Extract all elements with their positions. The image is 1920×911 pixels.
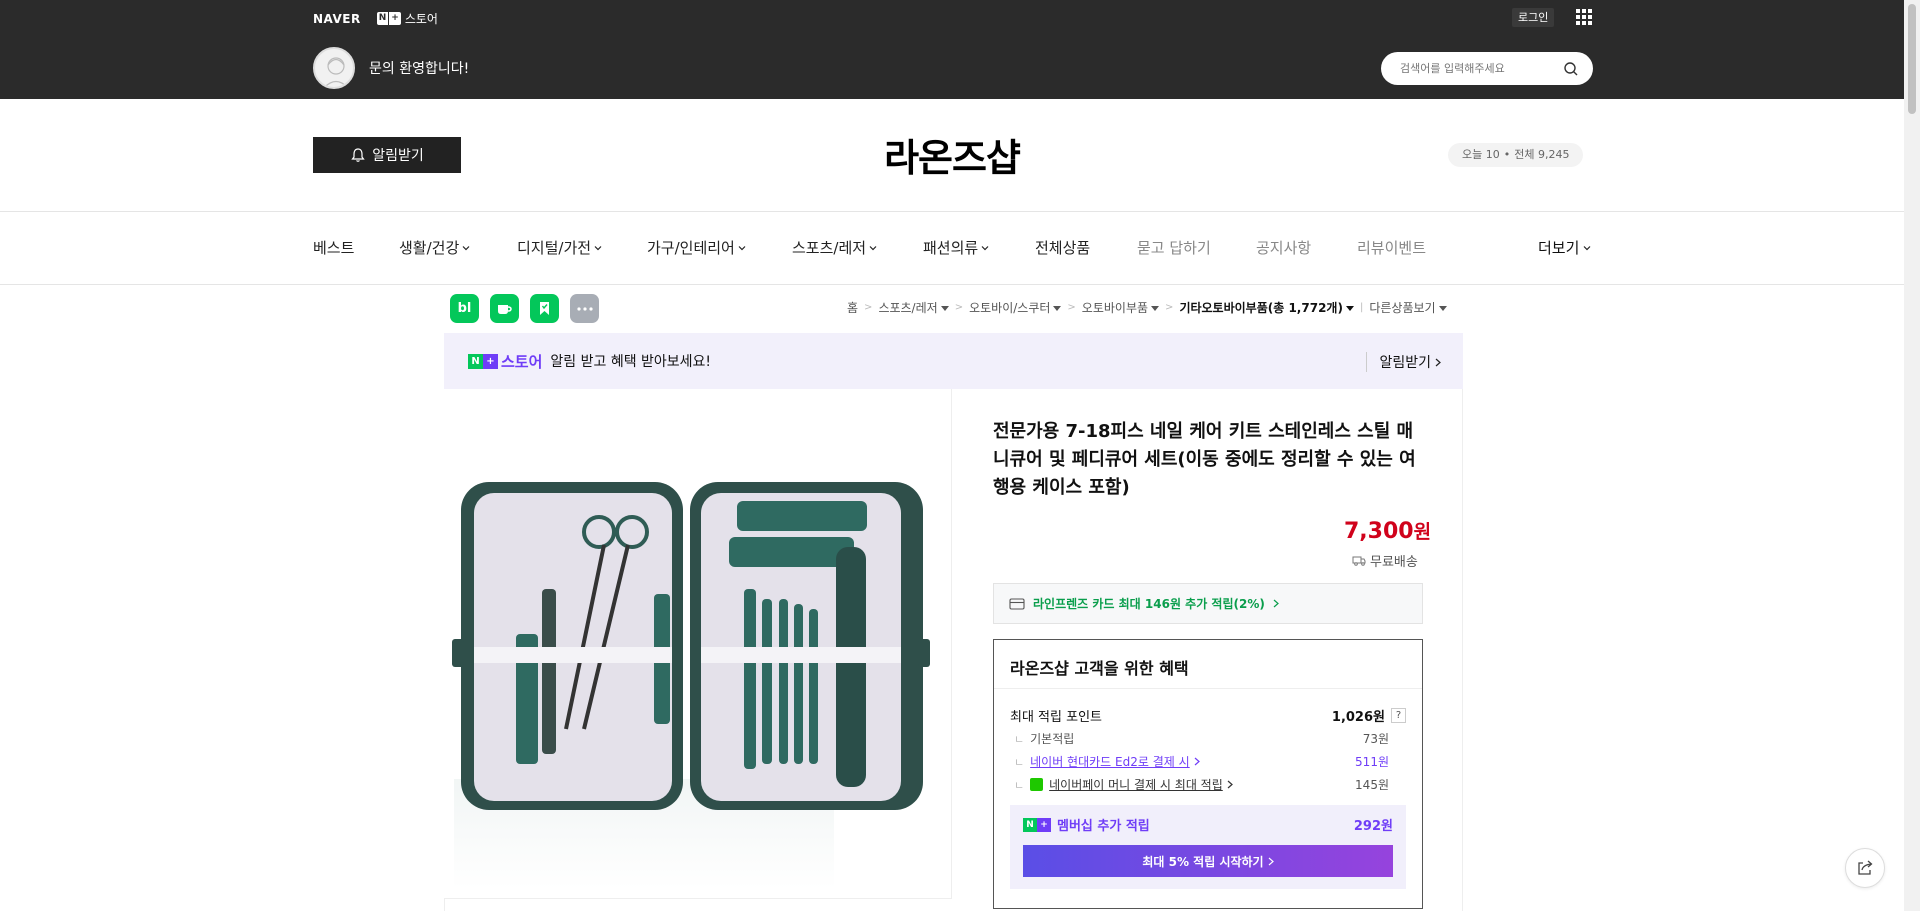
nav-item-fashion[interactable]: 패션의류 [923,237,989,258]
divider [994,688,1422,689]
breadcrumb-motorcycle-parts[interactable]: 오토바이부품 [1082,299,1160,316]
share-button[interactable] [1845,848,1885,888]
visitor-total: 전체 9,245 [1514,148,1570,161]
store-avatar[interactable] [313,47,355,89]
nav-item-sports[interactable]: 스포츠/레저 [792,237,877,258]
nav-item-review-event[interactable]: 리뷰이벤트 [1357,237,1426,258]
breadcrumb-motorcycle[interactable]: 오토바이/스쿠터 [969,299,1062,316]
chevron-right-icon [1194,757,1200,766]
shipping-info: 무료배송 [1352,551,1418,570]
chevron-down-icon [738,245,746,250]
chevron-down-icon [462,245,470,250]
chevron-right-icon [1435,358,1441,366]
nav-item-best[interactable]: 베스트 [313,237,354,258]
cafe-icon[interactable] [490,294,519,323]
breadcrumb: 홈 > 스포츠/레저 > 오토바이/스쿠터 > 오토바이부품 > 기타오토바이부… [847,299,1447,316]
nplus-icon: N + [1023,817,1051,832]
sns-share-row: bl [450,294,599,323]
scrollbar[interactable] [1904,0,1920,911]
search-box[interactable] [1381,52,1593,85]
benefit-title: 라온즈샵 고객을 위한 혜택 [1010,659,1189,678]
hyundai-card-row[interactable]: ㄴ 네이버 현대카드 Ed2로 결제 시 511원 [1010,753,1406,770]
bookmark-icon[interactable] [530,294,559,323]
nav-item-notice[interactable]: 공지사항 [1256,237,1311,258]
help-icon[interactable]: ? [1391,708,1406,723]
membership-start-button[interactable]: 최대 5% 적립 시작하기 [1023,845,1393,877]
divider [0,284,1904,285]
hyundai-card-link[interactable]: 네이버 현대카드 Ed2로 결제 시 [1030,753,1190,770]
basic-points-row: ㄴ 기본적립 73원 [1014,732,1389,746]
breadcrumb-other-products[interactable]: 다른상품보기 [1369,299,1447,316]
blog-icon[interactable]: bl [450,294,479,323]
breadcrumb-separator: > [954,302,964,313]
breadcrumb-current[interactable]: 기타오토바이부품(총 1,772개) [1179,299,1354,316]
promo-alarm-button[interactable]: 알림받기 [1366,352,1441,372]
store-alarm-promo: N + 스토어 알림 받고 혜택 받아보세요! 알림받기 [444,333,1463,389]
nav-item-all-products[interactable]: 전체상품 [1035,237,1090,258]
brand-row: NAVER N + 스토어 [313,10,438,27]
nav-item-furniture[interactable]: 가구/인테리어 [647,237,746,258]
nav-item-qna[interactable]: 묻고 답하기 [1137,237,1211,258]
breadcrumb-home[interactable]: 홈 [847,299,858,316]
chevron-down-icon [1583,245,1591,250]
divider [0,211,1904,212]
nstore-logo[interactable]: N + 스토어 [376,10,438,27]
search-input[interactable] [1400,62,1550,75]
chevron-down-icon [594,245,602,250]
membership-box: N + 멤버십 추가 적립 292원 최대 5% 적립 시작하기 [1010,805,1406,889]
caret-down-icon [1345,306,1354,311]
max-points-row: 최대 적립 포인트 1,026원 ? [1010,706,1406,725]
store-label: 스토어 [404,12,438,26]
visitor-dot: • [1503,148,1511,161]
breadcrumb-sports[interactable]: 스포츠/레저 [878,299,949,316]
product-price: 7,300원 [1344,519,1432,544]
nav-item-digital[interactable]: 디지털/가전 [517,237,602,258]
product-title: 전문가용 7-18피스 네일 케어 키트 스테인레스 스틸 매니큐어 및 페디큐… [993,421,1416,498]
nplus-icon: N + [376,12,401,25]
membership-row: N + 멤버십 추가 적립 292원 [1023,815,1393,834]
breadcrumb-divider: | [1359,302,1364,313]
welcome-text: 문의 환영합니다! [369,61,470,77]
caret-down-icon [1151,306,1160,311]
nav-item-living[interactable]: 생활/건강 [399,237,470,258]
caret-down-icon [940,306,949,311]
promo-store-label: 스토어 [501,352,543,371]
chevron-down-icon [869,245,877,250]
login-button[interactable]: 로그인 [1512,8,1555,27]
caret-down-icon [1053,306,1062,311]
naverpay-icon [1030,778,1044,791]
chevron-right-icon [1268,857,1274,865]
scrollbar-thumb[interactable] [1908,4,1916,114]
store-title[interactable]: 라온즈샵 [0,127,1904,182]
card-promo-text: 라인프렌즈 카드 최대 146원 추가 적립(2%) [1033,597,1265,611]
breadcrumb-separator: > [1165,302,1174,313]
visitor-today: 오늘 10 [1462,148,1500,161]
nplus-icon: N + [468,353,498,369]
benefit-box: 라온즈샵 고객을 위한 혜택 최대 적립 포인트 1,026원 ? ㄴ 기본적립 … [993,639,1423,909]
apps-grid-icon[interactable] [1576,9,1592,25]
credit-card-icon [1009,597,1025,610]
product-image[interactable] [444,389,952,899]
chevron-right-icon [1273,599,1279,608]
chevron-right-icon [1227,780,1233,789]
breadcrumb-separator: > [1067,302,1076,313]
chevron-down-icon [981,245,989,250]
top-header-band [0,0,1920,99]
truck-icon [1352,556,1366,566]
naverpay-row[interactable]: ㄴ 네이버페이 머니 결제 시 최대 적립 145원 [1010,776,1406,793]
caret-down-icon [1438,306,1447,311]
nav-more-button[interactable]: 더보기 [1538,237,1591,258]
search-icon[interactable] [1563,61,1579,77]
naverpay-link[interactable]: 네이버페이 머니 결제 시 최대 적립 [1049,776,1223,793]
card-promo-banner[interactable]: 라인프렌즈 카드 최대 146원 추가 적립(2%) [993,583,1423,624]
share-icon [1858,860,1873,875]
breadcrumb-separator: > [864,302,873,313]
visitor-count: 오늘 10 • 전체 9,245 [1448,143,1584,167]
promo-text: 알림 받고 혜택 받아보세요! [550,354,712,370]
naver-logo[interactable]: NAVER [313,12,361,26]
more-options-icon[interactable] [570,294,599,323]
